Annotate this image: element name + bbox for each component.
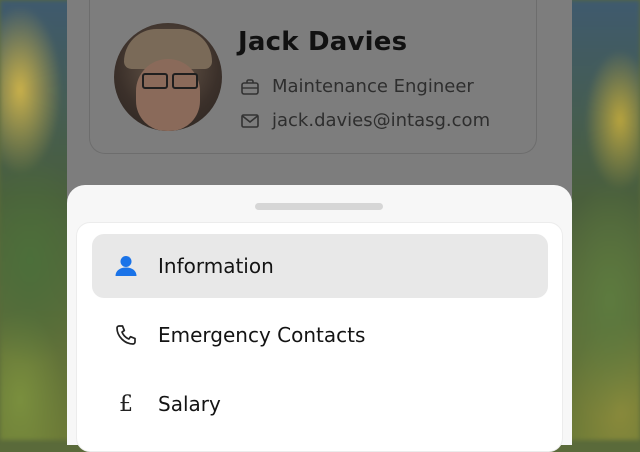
- job-title-row: Maintenance Engineer: [240, 76, 474, 97]
- sheet-drag-handle[interactable]: [255, 203, 383, 210]
- menu-item-salary[interactable]: £ Salary: [92, 372, 548, 436]
- menu-item-emergency-contacts[interactable]: Emergency Contacts: [92, 303, 548, 367]
- person-icon: [112, 252, 140, 280]
- menu-item-information[interactable]: Information: [92, 234, 548, 298]
- profile-card: Jack Davies Maintenance Engineer jack.da…: [89, 0, 537, 154]
- bottom-sheet: Information Emergency Contacts £ Salary: [67, 185, 572, 452]
- phone-icon: [112, 321, 140, 349]
- briefcase-icon: [240, 77, 260, 97]
- avatar: [114, 23, 222, 131]
- profile-name: Jack Davies: [238, 27, 408, 57]
- job-title: Maintenance Engineer: [272, 76, 474, 97]
- avatar-glasses: [142, 73, 198, 89]
- pound-icon: £: [119, 391, 133, 417]
- app-screen: Jack Davies Maintenance Engineer jack.da…: [67, 0, 572, 452]
- menu-item-label: Information: [158, 254, 274, 278]
- email-address[interactable]: jack.davies@intasg.com: [272, 110, 490, 131]
- avatar-face: [136, 59, 200, 131]
- menu-item-label: Emergency Contacts: [158, 323, 366, 347]
- email-row: jack.davies@intasg.com: [240, 110, 490, 131]
- mail-icon: [240, 111, 260, 131]
- menu-item-label: Salary: [158, 392, 221, 416]
- menu-card: Information Emergency Contacts £ Salary: [76, 222, 563, 452]
